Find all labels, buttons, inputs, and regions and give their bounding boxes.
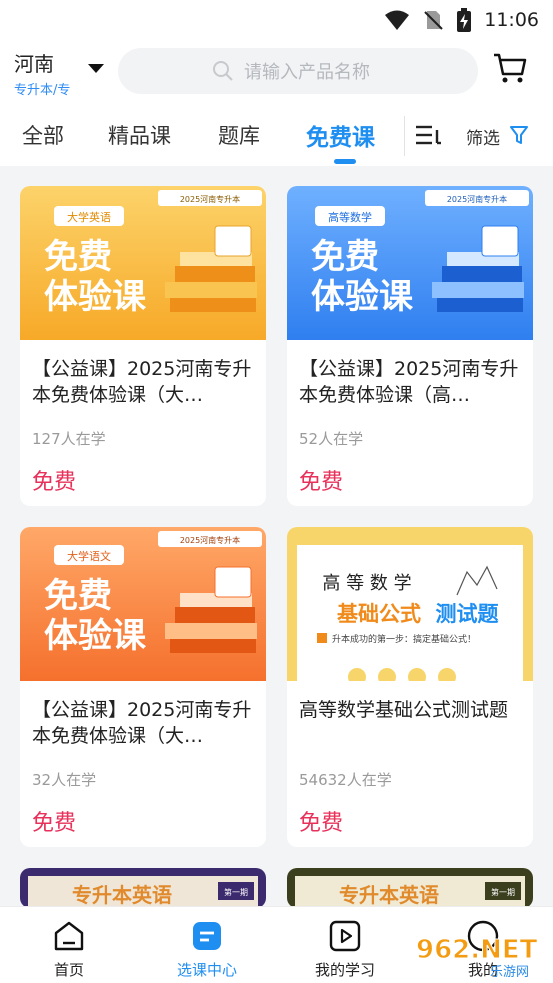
filter-button[interactable]: 筛选 <box>466 124 500 149</box>
region-sub-label: 专升本/专 <box>14 83 71 98</box>
course-price: 免费 <box>299 470 344 495</box>
course-title: 【公益课】2025河南专升本免费体验课（高… <box>299 358 519 406</box>
watermark-sub: 乐游网 <box>490 965 529 980</box>
thumb-main2: 测试题 <box>436 602 500 626</box>
nav-my-learning[interactable]: 我的学习 <box>276 907 414 983</box>
course-card[interactable]: 专升本英语 第一期 <box>287 868 533 908</box>
nav-label: 首页 <box>53 961 84 979</box>
thumb-big1: 免费 <box>44 237 112 277</box>
nav-course-center[interactable]: 选课中心 <box>138 907 276 983</box>
course-center-icon <box>190 919 224 957</box>
course-thumbnail: 高 等 数 学 基础公式 测试题 升本成功的第一步：搞定基础公式！ <box>287 527 533 681</box>
thumb-big2: 体验课 <box>44 616 147 656</box>
tab-premium[interactable]: 精品课 <box>108 120 171 150</box>
site-watermark: 962.NET 乐游网 <box>412 928 550 981</box>
thumb-corner: 2025河南专升本 <box>180 194 240 204</box>
course-card[interactable]: 2025河南专升本 大学英语 免费 体验课 【公益课】2025河南专升本免费体验… <box>20 186 266 506</box>
course-card[interactable]: 2025河南专升本 大学语文 免费 体验课 【公益课】2025河南专升本免费体验… <box>20 527 266 847</box>
category-list-icon[interactable] <box>414 124 442 150</box>
peek-text: 专升本英语 <box>339 883 439 907</box>
status-bar: 11:06 <box>0 0 553 40</box>
course-title: 高等数学基础公式测试题 <box>299 699 509 721</box>
course-title: 【公益课】2025河南专升本免费体验课（大… <box>32 358 252 406</box>
student-count: 52人在学 <box>299 430 364 448</box>
top-bar: 河南 专升本/专 请输入产品名称 <box>0 40 553 102</box>
thumb-big2: 体验课 <box>311 277 414 317</box>
cart-icon[interactable] <box>492 52 528 88</box>
peek-badge: 第一期 <box>491 887 515 897</box>
thumb-tag: 高等数学 <box>328 210 372 224</box>
tab-divider <box>404 116 405 156</box>
course-thumbnail: 专升本英语 第一期 <box>287 868 533 908</box>
no-sim-icon <box>422 9 444 31</box>
course-thumbnail: 专升本英语 第一期 <box>20 868 266 908</box>
wifi-icon <box>384 9 410 31</box>
category-tabs: 全部 精品课 题库 免费课 筛选 <box>0 102 553 166</box>
course-thumbnail: 2025河南专升本 大学英语 免费 体验课 <box>20 186 266 340</box>
caret-down-icon[interactable] <box>88 64 104 73</box>
thumb-heading: 高 等 数 学 <box>322 573 411 594</box>
nav-home[interactable]: 首页 <box>0 907 138 983</box>
student-count: 54632人在学 <box>299 771 392 789</box>
search-input[interactable]: 请输入产品名称 <box>118 48 478 94</box>
peek-badge: 第一期 <box>224 887 248 897</box>
thumb-big2: 体验课 <box>44 277 147 317</box>
thumb-main1: 基础公式 <box>337 602 421 626</box>
course-price: 免费 <box>32 811 77 836</box>
thumb-sub: 升本成功的第一步：搞定基础公式！ <box>332 633 476 645</box>
nav-label: 选课中心 <box>176 961 237 979</box>
thumb-tag: 大学英语 <box>67 210 111 224</box>
student-count: 127人在学 <box>32 430 106 448</box>
thumb-corner: 2025河南专升本 <box>180 535 240 545</box>
course-price: 免费 <box>299 811 344 836</box>
thumb-tag: 大学语文 <box>67 549 111 563</box>
course-title: 【公益课】2025河南专升本免费体验课（大… <box>32 699 252 747</box>
peek-text: 专升本英语 <box>72 883 172 907</box>
play-icon <box>328 919 362 957</box>
course-price: 免费 <box>32 470 77 495</box>
tab-question-bank[interactable]: 题库 <box>218 120 260 150</box>
filter-icon[interactable] <box>509 124 529 150</box>
battery-charging-icon <box>456 8 472 32</box>
course-thumbnail: 2025河南专升本 高等数学 免费 体验课 <box>287 186 533 340</box>
tab-free[interactable]: 免费课 <box>306 118 375 152</box>
active-tab-indicator <box>334 159 356 164</box>
search-placeholder: 请输入产品名称 <box>244 62 370 83</box>
thumb-big1: 免费 <box>311 237 379 277</box>
status-time: 11:06 <box>484 9 539 31</box>
course-card[interactable]: 2025河南专升本 高等数学 免费 体验课 【公益课】2025河南专升本免费体验… <box>287 186 533 506</box>
course-card[interactable]: 高 等 数 学 基础公式 测试题 升本成功的第一步：搞定基础公式！ 高等数学基础… <box>287 527 533 847</box>
thumb-big1: 免费 <box>44 576 112 616</box>
nav-label: 我的学习 <box>314 961 375 979</box>
home-icon <box>52 919 86 957</box>
student-count: 32人在学 <box>32 771 97 789</box>
course-thumbnail: 2025河南专升本 大学语文 免费 体验课 <box>20 527 266 681</box>
tab-all[interactable]: 全部 <box>22 120 64 150</box>
thumb-corner: 2025河南专升本 <box>447 194 507 204</box>
course-card[interactable]: 专升本英语 第一期 <box>20 868 266 908</box>
region-selector[interactable]: 河南 专升本/专 <box>14 48 104 98</box>
watermark-text: 962.NET <box>416 935 538 965</box>
search-icon <box>212 60 234 86</box>
